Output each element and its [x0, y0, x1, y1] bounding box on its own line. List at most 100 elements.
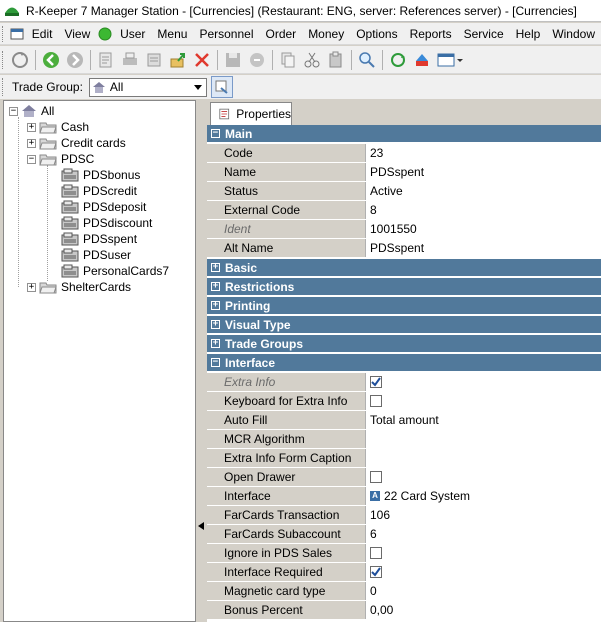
prop-row-external-code[interactable]: External Code 8	[207, 201, 601, 220]
prop-row-interface[interactable]: Interface A 22 Card System	[207, 487, 601, 506]
toolbar-grip[interactable]	[2, 50, 6, 69]
tree-node-personalcards7[interactable]: PersonalCards7	[61, 263, 169, 279]
menu-service[interactable]: Service	[458, 27, 510, 41]
collapse-icon[interactable]: −	[27, 154, 36, 164]
prop-row-interface-required[interactable]: Interface Required	[207, 563, 601, 582]
paste-icon[interactable]	[325, 49, 347, 71]
prop-value[interactable]: 8	[365, 201, 601, 219]
panel-splitter[interactable]	[197, 100, 206, 622]
tree-node-pdsbonus[interactable]: PDSbonus	[61, 167, 140, 183]
expand-icon[interactable]: +	[27, 282, 36, 292]
tree-node-sheltercards[interactable]: + ShelterCards	[27, 279, 131, 295]
prop-row-keyboard-extra-info[interactable]: Keyboard for Extra Info	[207, 392, 601, 411]
ignore-pds-sales-checkbox[interactable]	[370, 547, 382, 559]
menu-help[interactable]: Help	[510, 27, 547, 41]
open-drawer-checkbox[interactable]	[370, 471, 382, 483]
section-trade-groups[interactable]: + Trade Groups	[207, 335, 601, 353]
sync-icon[interactable]	[387, 49, 409, 71]
prop-row-alt-name[interactable]: Alt Name PDSspent	[207, 239, 601, 258]
prop-value[interactable]: 22 Card System	[384, 489, 470, 503]
section-basic[interactable]: + Basic	[207, 259, 601, 277]
prop-value[interactable]: PDSspent	[365, 239, 601, 257]
cancel-icon[interactable]	[246, 49, 268, 71]
copy-icon[interactable]	[277, 49, 299, 71]
prop-value[interactable]: 0,00	[365, 601, 601, 619]
prop-value[interactable]: Active	[365, 182, 601, 200]
menu-view[interactable]: View	[58, 27, 96, 41]
collapse-icon[interactable]: −	[211, 358, 220, 367]
prop-row-extra-info-caption[interactable]: Extra Info Form Caption	[207, 449, 601, 468]
prop-row-farcards-subaccount[interactable]: FarCards Subaccount 6	[207, 525, 601, 544]
tab-properties[interactable]: Properties	[210, 102, 292, 125]
properties-icon[interactable]	[143, 49, 165, 71]
prop-row-extra-info[interactable]: Extra Info	[207, 373, 601, 392]
menu-order[interactable]: Order	[260, 27, 303, 41]
tree-node-pdsdiscount[interactable]: PDSdiscount	[61, 215, 152, 231]
menubar-grip[interactable]	[2, 25, 6, 42]
prop-value[interactable]: 23	[365, 144, 601, 162]
expand-icon[interactable]: +	[211, 282, 220, 291]
section-main[interactable]: − Main	[207, 125, 601, 143]
green-status-icon[interactable]	[96, 26, 114, 42]
save-icon[interactable]	[222, 49, 244, 71]
tree-node-cash[interactable]: + Cash	[27, 119, 89, 135]
prop-value[interactable]: 0	[365, 582, 601, 600]
collapse-left-icon[interactable]	[198, 522, 204, 532]
prop-row-name[interactable]: Name PDSspent	[207, 163, 601, 182]
tree-node-pdsspent[interactable]: PDSspent	[61, 231, 137, 247]
expand-icon[interactable]: +	[211, 301, 220, 310]
tree-node-pdsdeposit[interactable]: PDSdeposit	[61, 199, 146, 215]
layout-dropdown-icon[interactable]	[435, 49, 465, 71]
export-icon[interactable]	[167, 49, 189, 71]
section-interface[interactable]: − Interface	[207, 354, 601, 372]
search-icon[interactable]	[356, 49, 378, 71]
expand-icon[interactable]: +	[27, 138, 36, 148]
tree-node-root[interactable]: − All	[9, 103, 54, 119]
prop-row-status[interactable]: Status Active	[207, 182, 601, 201]
expand-icon[interactable]: +	[211, 263, 220, 272]
delete-icon[interactable]	[191, 49, 213, 71]
prop-row-open-drawer[interactable]: Open Drawer	[207, 468, 601, 487]
forward-icon[interactable]	[64, 49, 86, 71]
menu-personnel[interactable]: Personnel	[193, 27, 259, 41]
prop-value[interactable]: PDSspent	[365, 163, 601, 181]
filter-button[interactable]	[210, 76, 233, 98]
tradebar-grip[interactable]	[2, 78, 6, 96]
tree-node-pdscredit[interactable]: PDScredit	[61, 183, 137, 199]
back-icon[interactable]	[40, 49, 62, 71]
menu-money[interactable]: Money	[302, 27, 350, 41]
section-restrictions[interactable]: + Restrictions	[207, 278, 601, 296]
prop-row-bonus-percent[interactable]: Bonus Percent 0,00	[207, 601, 601, 620]
expand-icon[interactable]: +	[27, 122, 36, 132]
tree-node-pdsuser[interactable]: PDSuser	[61, 247, 131, 263]
prop-row-magnetic-card-type[interactable]: Magnetic card type 0	[207, 582, 601, 601]
prop-row-code[interactable]: Code 23	[207, 144, 601, 163]
colors-icon[interactable]	[411, 49, 433, 71]
menu-edit[interactable]: Edit	[26, 27, 59, 41]
expand-icon[interactable]: +	[211, 320, 220, 329]
extra-info-checkbox[interactable]	[370, 376, 382, 388]
keyboard-extra-info-checkbox[interactable]	[370, 395, 382, 407]
print-icon[interactable]	[119, 49, 141, 71]
chevron-down-icon[interactable]	[190, 79, 206, 96]
menu-options[interactable]: Options	[350, 27, 403, 41]
tree-node-credit-cards[interactable]: + Credit cards	[27, 135, 126, 151]
menu-window[interactable]: Window	[546, 27, 601, 41]
prop-row-auto-fill[interactable]: Auto Fill Total amount	[207, 411, 601, 430]
prop-row-farcards-transaction[interactable]: FarCards Transaction 106	[207, 506, 601, 525]
prop-value[interactable]: Total amount	[365, 411, 601, 429]
cut-icon[interactable]	[301, 49, 323, 71]
prop-row-mcr-algorithm[interactable]: MCR Algorithm	[207, 430, 601, 449]
section-printing[interactable]: + Printing	[207, 297, 601, 315]
interface-required-checkbox[interactable]	[370, 566, 382, 578]
tree-node-pdsc[interactable]: − PDSC	[27, 151, 94, 167]
trade-group-select[interactable]: All	[88, 77, 207, 97]
prop-value[interactable]: 6	[365, 525, 601, 543]
edit-list-icon[interactable]	[95, 49, 117, 71]
prop-row-ignore-pds-sales[interactable]: Ignore in PDS Sales	[207, 544, 601, 563]
prop-value[interactable]	[365, 430, 601, 448]
section-visual-type[interactable]: + Visual Type	[207, 316, 601, 334]
prop-value[interactable]: 106	[365, 506, 601, 524]
collapse-icon[interactable]: −	[211, 129, 220, 138]
prop-value[interactable]	[365, 449, 601, 467]
